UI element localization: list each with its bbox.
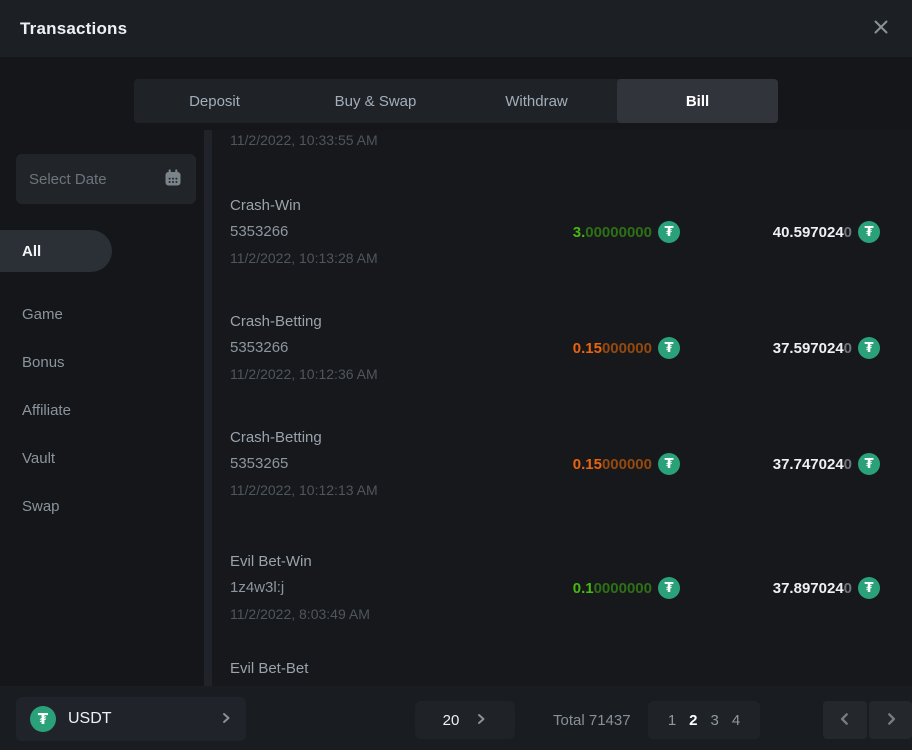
page-size-value: 20 [443, 712, 460, 729]
tab-section: Deposit Buy & Swap Withdraw Bill [0, 57, 912, 130]
transaction-type-label: Crash-Win [230, 193, 301, 219]
list-scrollbar[interactable] [204, 130, 212, 686]
transaction-timestamp: 11/2/2022, 10:12:13 AM [230, 477, 378, 503]
transaction-row: Crash-Win 5353266 11/2/2022, 10:13:28 AM… [212, 193, 912, 271]
close-icon [872, 18, 890, 39]
tether-icon: ₮ [858, 221, 880, 243]
tab-bill[interactable]: Bill [617, 79, 778, 123]
filter-nav: All Game Bonus Affiliate Vault Swap [0, 230, 204, 530]
next-page-button[interactable] [869, 701, 912, 739]
amount-trailing-zeros: 0000000 [594, 580, 652, 597]
transaction-id: 5353266 [230, 335, 288, 361]
tether-icon: ₮ [30, 706, 56, 732]
page-button-2[interactable]: 2 [689, 712, 697, 729]
sidebar-item-swap[interactable]: Swap [0, 482, 204, 530]
transaction-row: Evil Bet-Win 1z4w3l:j 11/2/2022, 8:03:49… [212, 549, 912, 627]
tether-icon: ₮ [858, 337, 880, 359]
transaction-list[interactable]: 11/2/2022, 10:33:55 AM Crash-Win 5353266… [212, 130, 912, 686]
currency-label: USDT [68, 710, 220, 728]
sidebar-item-all[interactable]: All [0, 230, 112, 272]
transaction-id: 5353266 [230, 219, 288, 245]
balance-trailing-zeros: 0 [844, 580, 852, 597]
pagination: 1 2 3 4 [648, 701, 760, 739]
balance-significant: 37.897024 [773, 580, 844, 597]
account-balance: 37.7470240 ₮ [773, 451, 880, 477]
transactions-modal: Transactions Deposit Buy & Swap Withdraw… [0, 0, 912, 750]
page-size-selector[interactable]: 20 [415, 701, 515, 739]
transaction-row: Crash-Betting 5353266 11/2/2022, 10:12:3… [212, 309, 912, 387]
balance-trailing-zeros: 0 [844, 224, 852, 241]
balance-significant: 37.747024 [773, 456, 844, 473]
amount-significant: 0.15 [573, 456, 602, 473]
balance-trailing-zeros: 0 [844, 340, 852, 357]
transaction-id: 1z4w3l:j [230, 575, 284, 601]
amount-significant: 3. [573, 224, 586, 241]
chevron-right-icon [220, 712, 232, 727]
previous-page-button[interactable] [823, 701, 867, 739]
tether-icon: ₮ [658, 337, 680, 359]
transaction-time: 11/2/2022, 10:33:55 AM [230, 131, 378, 149]
tab-bar: Deposit Buy & Swap Withdraw Bill [134, 79, 778, 123]
balance-significant: 37.597024 [773, 340, 844, 357]
sidebar-item-vault[interactable]: Vault [0, 434, 204, 482]
balance-significant: 40.597024 [773, 224, 844, 241]
sidebar-item-label: All [22, 243, 41, 260]
transaction-amount: 0.15000000 ₮ [573, 335, 680, 361]
page-button-1[interactable]: 1 [668, 712, 676, 729]
account-balance: 37.8970240 ₮ [773, 575, 880, 601]
transaction-amount: 0.10000000 ₮ [573, 575, 680, 601]
account-balance: 40.5970240 ₮ [773, 219, 880, 245]
amount-trailing-zeros: 00000000 [585, 224, 652, 241]
content-area: Select Date All Game Bonus Af [0, 130, 912, 686]
transaction-type-label: Crash-Betting [230, 425, 322, 451]
amount-trailing-zeros: 000000 [602, 456, 652, 473]
calendar-icon [163, 168, 183, 191]
page-button-4[interactable]: 4 [732, 712, 740, 729]
tether-icon: ₮ [658, 577, 680, 599]
amount-significant: 0.1 [573, 580, 594, 597]
balance-trailing-zeros: 0 [844, 456, 852, 473]
modal-header: Transactions [0, 0, 912, 57]
transaction-type-label: Evil Bet-Win [230, 549, 312, 575]
tether-icon: ₮ [858, 453, 880, 475]
total-count-label: Total 71437 [553, 701, 631, 739]
amount-trailing-zeros: 000000 [602, 340, 652, 357]
transaction-amount: 3.00000000 ₮ [573, 219, 680, 245]
page-button-3[interactable]: 3 [711, 712, 719, 729]
select-date-label: Select Date [29, 171, 163, 188]
currency-selector[interactable]: ₮ USDT [16, 697, 246, 741]
amount-significant: 0.15 [573, 340, 602, 357]
transaction-row: Crash-Betting 5353265 11/2/2022, 10:12:1… [212, 425, 912, 503]
transaction-type-label: Evil Bet-Bet [230, 659, 308, 679]
transaction-type-label: Crash-Betting [230, 309, 322, 335]
transaction-timestamp: 11/2/2022, 10:12:36 AM [230, 361, 378, 387]
tab-buy-swap[interactable]: Buy & Swap [295, 79, 456, 123]
tether-icon: ₮ [658, 221, 680, 243]
tether-icon: ₮ [858, 577, 880, 599]
chevron-left-icon [838, 712, 852, 729]
sidebar-item-affiliate[interactable]: Affiliate [0, 386, 204, 434]
tab-withdraw[interactable]: Withdraw [456, 79, 617, 123]
sidebar-item-game[interactable]: Game [0, 290, 204, 338]
chevron-right-icon [884, 712, 898, 729]
transaction-timestamp: 11/2/2022, 8:03:49 AM [230, 601, 370, 627]
modal-footer: ₮ USDT 20 Total 71437 1 2 3 4 [0, 686, 912, 750]
sidebar-item-bonus[interactable]: Bonus [0, 338, 204, 386]
chevron-right-icon [475, 713, 487, 728]
account-balance: 37.5970240 ₮ [773, 335, 880, 361]
select-date-button[interactable]: Select Date [16, 154, 196, 204]
transaction-timestamp: 11/2/2022, 10:13:28 AM [230, 245, 378, 271]
filter-sidebar: Select Date All Game Bonus Af [0, 130, 204, 686]
transaction-amount: 0.15000000 ₮ [573, 451, 680, 477]
close-button[interactable] [868, 15, 894, 41]
transaction-id: 5353265 [230, 451, 288, 477]
tab-deposit[interactable]: Deposit [134, 79, 295, 123]
tether-icon: ₮ [658, 453, 680, 475]
modal-title: Transactions [20, 0, 127, 57]
